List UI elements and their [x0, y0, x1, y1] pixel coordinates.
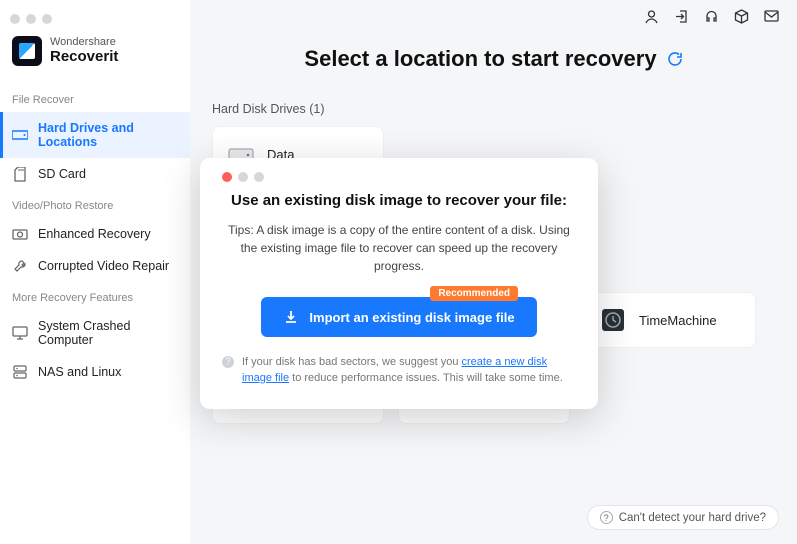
sidebar-item-label: Enhanced Recovery — [38, 227, 151, 241]
recommended-badge: Recommended — [430, 286, 518, 301]
page-title: Select a location to start recovery — [212, 46, 775, 72]
maximize-dot[interactable] — [42, 14, 52, 24]
footer-pre: If your disk has bad sectors, we suggest… — [242, 356, 462, 368]
brand-name: Recoverit — [50, 49, 118, 65]
section-file-recover: File Recover — [0, 84, 190, 112]
server-icon — [12, 365, 28, 379]
download-icon — [283, 309, 299, 325]
camera-icon — [12, 227, 28, 241]
cube-icon[interactable] — [733, 8, 749, 24]
sidebar-item-label: Corrupted Video Repair — [38, 259, 169, 273]
headset-icon[interactable] — [703, 8, 719, 24]
window-controls — [0, 8, 190, 30]
sidebar-item-enhanced-recovery[interactable]: Enhanced Recovery — [0, 218, 190, 250]
hdd-section-label: Hard Disk Drives (1) — [212, 102, 775, 116]
modal-tip: Tips: A disk image is a copy of the enti… — [222, 221, 576, 275]
sidebar-item-label: Hard Drives and Locations — [38, 121, 178, 149]
minimize-dot[interactable] — [26, 14, 36, 24]
account-icon[interactable] — [643, 8, 659, 24]
modal-title: Use an existing disk image to recover yo… — [222, 192, 576, 209]
modal-footer: ? If your disk has bad sectors, we sugge… — [222, 355, 576, 387]
brand-text: Wondershare Recoverit — [50, 37, 118, 64]
modal-window-controls — [222, 172, 576, 182]
monitor-icon — [12, 326, 28, 340]
detect-text: Can't detect your hard drive? — [619, 512, 766, 524]
brand-logo: Wondershare Recoverit — [0, 30, 190, 84]
section-video-photo: Video/Photo Restore — [0, 190, 190, 218]
mail-icon[interactable] — [763, 8, 779, 24]
sidebar-item-label: NAS and Linux — [38, 365, 121, 379]
section-more-features: More Recovery Features — [0, 282, 190, 310]
sidebar-item-label: SD Card — [38, 167, 86, 181]
logo-mark-icon — [12, 36, 42, 66]
question-icon: ? — [600, 511, 613, 524]
modal-maximize-dot[interactable] — [254, 172, 264, 182]
card-label: TimeMachine — [639, 313, 717, 328]
modal-close-dot[interactable] — [222, 172, 232, 182]
info-icon: ? — [222, 356, 234, 368]
import-disk-image-button[interactable]: Import an existing disk image file — [261, 297, 536, 337]
sidebar-item-label: System Crashed Computer — [38, 319, 178, 347]
location-card-timemachine[interactable]: TimeMachine — [584, 292, 756, 348]
refresh-icon[interactable] — [667, 51, 683, 67]
sidebar-item-crashed-computer[interactable]: System Crashed Computer — [0, 310, 190, 356]
drive-icon — [12, 128, 28, 142]
sdcard-icon — [12, 167, 28, 181]
footer-text: If your disk has bad sectors, we suggest… — [242, 355, 576, 387]
sidebar: Wondershare Recoverit File Recover Hard … — [0, 0, 190, 544]
wrench-icon — [12, 259, 28, 273]
sidebar-item-hard-drives[interactable]: Hard Drives and Locations — [0, 112, 190, 158]
disk-image-modal: Use an existing disk image to recover yo… — [200, 158, 598, 409]
modal-minimize-dot[interactable] — [238, 172, 248, 182]
detect-drive-link[interactable]: ? Can't detect your hard drive? — [587, 505, 779, 530]
sidebar-item-corrupted-video[interactable]: Corrupted Video Repair — [0, 250, 190, 282]
sidebar-item-sdcard[interactable]: SD Card — [0, 158, 190, 190]
footer-post: to reduce performance issues. This will … — [289, 372, 563, 384]
topbar — [643, 8, 779, 24]
brand-top: Wondershare — [50, 36, 116, 48]
close-dot[interactable] — [10, 14, 20, 24]
sidebar-item-nas-linux[interactable]: NAS and Linux — [0, 356, 190, 388]
import-button-wrap: Recommended Import an existing disk imag… — [222, 297, 576, 337]
import-button-label: Import an existing disk image file — [309, 310, 514, 325]
timemachine-icon — [599, 306, 627, 334]
page-title-text: Select a location to start recovery — [304, 46, 656, 72]
login-icon[interactable] — [673, 8, 689, 24]
